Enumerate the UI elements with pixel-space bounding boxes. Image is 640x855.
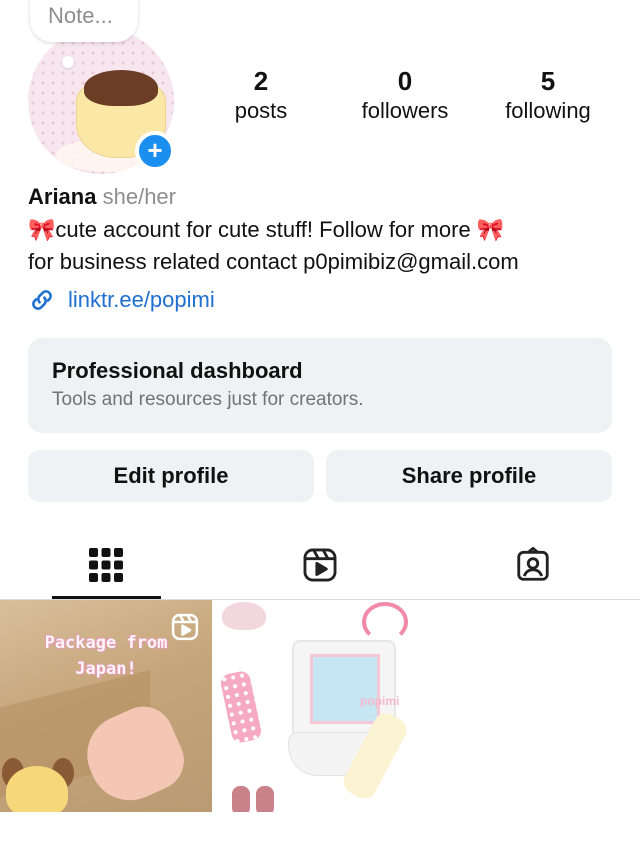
profile-pronouns: she/her [102,184,176,209]
bio-link[interactable]: linktr.ee/popimi [28,286,215,314]
followers-count: 0 [397,66,413,96]
bio-line-1: 🎀cute account for cute stuff! Follow for… [28,217,505,242]
name-line: Ariana she/her [28,184,176,210]
share-profile-button[interactable]: Share profile [326,450,612,502]
post-thumbnail-1[interactable]: Package from Japan! [0,600,212,812]
stat-posts[interactable]: 2 posts [222,66,300,126]
professional-dashboard[interactable]: Professional dashboard Tools and resourc… [28,338,612,433]
following-count: 5 [540,66,556,96]
tab-tagged[interactable] [508,540,558,590]
headband-image [362,602,408,642]
stat-followers[interactable]: 0 followers [350,66,460,126]
reel-badge-icon [171,613,199,641]
profile-name: Ariana [28,184,97,209]
pudding-caramel [84,70,158,106]
posts-count: 2 [253,66,269,96]
note-bubble-tail [62,56,74,68]
stat-following[interactable]: 5 following [494,66,602,126]
plus-icon: + [147,135,163,165]
post-watermark: popimi [360,694,400,708]
followers-label: followers [361,98,449,123]
note-bubble[interactable]: Note... [30,0,138,42]
link-icon [32,290,52,310]
add-story-button[interactable]: + [135,131,175,171]
tshirt-print [310,654,380,724]
profile-avatar[interactable]: + [28,28,175,174]
note-placeholder: Note... [48,3,113,28]
plush-image [222,602,266,630]
post-thumbnail-2[interactable]: popimi [214,600,426,812]
bio-line-2: for business related contact p0pimibiz@g… [28,249,519,274]
character-image [6,766,68,812]
dashboard-subtitle: Tools and resources just for creators. [52,389,364,410]
reels-icon [303,548,337,582]
bio-link-text[interactable]: linktr.ee/popimi [68,287,215,313]
tab-reels[interactable] [295,540,345,590]
leg-warmer-image [219,669,263,745]
tagged-icon [517,546,549,581]
shoe-image [232,786,250,812]
dashboard-title: Professional dashboard [52,358,303,383]
tab-posts[interactable] [81,540,131,590]
edit-profile-button[interactable]: Edit profile [28,450,314,502]
grid-icon [89,548,123,582]
following-label: following [505,98,591,123]
posts-label: posts [234,98,288,123]
shoe-image [256,786,274,812]
